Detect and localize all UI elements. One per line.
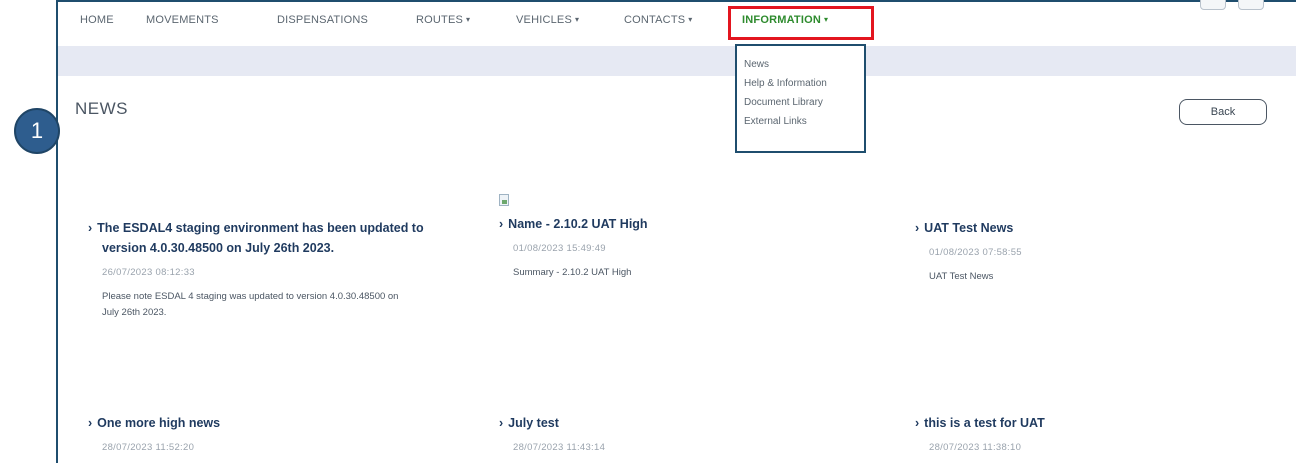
corner-button-1[interactable] (1200, 0, 1226, 10)
news-title-line: Name - 2.10.2 UAT High (508, 217, 648, 231)
news-title-link[interactable]: › July test (499, 413, 879, 433)
menu-item-news[interactable]: News (744, 55, 864, 74)
news-title-line: The ESDAL4 staging environment has been … (97, 221, 424, 235)
step-marker-1: 1 (14, 108, 60, 154)
news-summary: Summary - 2.10.2 UAT High (513, 267, 632, 278)
chevron-right-icon: › (88, 416, 93, 430)
chevron-right-icon: › (88, 221, 93, 235)
chevron-down-icon: ▾ (466, 15, 471, 24)
nav-contacts[interactable]: CONTACTS ▾ (624, 14, 693, 26)
news-item: › UAT Test News 01/08/2023 07:58:55 UAT T… (915, 218, 1295, 285)
nav-information[interactable]: INFORMATION ▾ (742, 14, 828, 26)
information-dropdown-menu: News Help & Information Document Library… (735, 44, 866, 153)
nav-information-label: INFORMATION (742, 14, 821, 26)
nav-dispensations[interactable]: DISPENSATIONS (277, 14, 368, 26)
chevron-down-icon: ▾ (575, 15, 580, 24)
news-date: 26/07/2023 08:12:33 (102, 267, 195, 278)
news-title-line: this is a test for UAT (924, 416, 1045, 430)
nav-routes-label: ROUTES (416, 14, 464, 26)
chevron-down-icon: ▾ (688, 15, 693, 24)
nav-home[interactable]: HOME (80, 14, 114, 26)
news-date: 28/07/2023 11:43:14 (513, 442, 606, 453)
news-title-link[interactable]: › The ESDAL4 staging environment has been… (88, 218, 488, 238)
news-item: › this is a test for UAT 28/07/2023 11:38… (915, 413, 1295, 453)
news-title-line: One more high news (97, 416, 221, 430)
page-title: NEWS (75, 99, 128, 118)
nav-vehicles[interactable]: VEHICLES ▾ (516, 14, 579, 26)
back-button[interactable]: Back (1179, 99, 1267, 125)
news-title-line: July test (508, 416, 559, 430)
menu-item-help-information[interactable]: Help & Information (744, 74, 864, 93)
chevron-right-icon: › (915, 221, 920, 235)
news-title-link[interactable]: › One more high news (88, 413, 468, 433)
app-frame: HOME MOVEMENTS DISPENSATIONS ROUTES ▾ VEH… (56, 0, 1296, 463)
news-item: › One more high news 28/07/2023 11:52:20 (88, 413, 468, 453)
news-date: 28/07/2023 11:38:10 (929, 442, 1022, 453)
news-date: 01/08/2023 15:49:49 (513, 243, 606, 254)
chevron-down-icon: ▾ (824, 15, 829, 24)
news-date: 01/08/2023 07:58:55 (929, 247, 1022, 258)
menu-item-document-library[interactable]: Document Library (744, 93, 864, 112)
news-title-line: UAT Test News (924, 221, 1014, 235)
nav-routes[interactable]: ROUTES ▾ (416, 14, 470, 26)
broken-image-icon (499, 194, 509, 206)
chevron-right-icon: › (499, 416, 504, 430)
news-title-link-continued[interactable]: version 4.0.30.48500 on July 26th 2023. (88, 238, 488, 258)
top-navbar: HOME MOVEMENTS DISPENSATIONS ROUTES ▾ VEH… (58, 0, 1296, 42)
sub-header-bar (58, 46, 1296, 76)
nav-contacts-label: CONTACTS (624, 14, 686, 26)
nav-vehicles-label: VEHICLES (516, 14, 573, 26)
news-summary: UAT Test News (929, 271, 994, 282)
news-summary: Please note ESDAL 4 staging was updated … (102, 291, 399, 302)
nav-movements[interactable]: MOVEMENTS (146, 14, 219, 26)
corner-button-2[interactable] (1238, 0, 1264, 10)
news-item: › July test 28/07/2023 11:43:14 (499, 413, 879, 453)
news-title-link[interactable]: › Name - 2.10.2 UAT High (499, 214, 879, 234)
chevron-right-icon: › (499, 217, 504, 231)
menu-item-external-links[interactable]: External Links (744, 112, 864, 131)
news-item: › Name - 2.10.2 UAT High 01/08/2023 15:49… (499, 214, 879, 281)
news-item: › The ESDAL4 staging environment has been… (88, 218, 488, 321)
news-date: 28/07/2023 11:52:20 (102, 442, 195, 453)
chevron-right-icon: › (915, 416, 920, 430)
news-summary-continued: July 26th 2023. (102, 307, 167, 318)
news-title-link[interactable]: › UAT Test News (915, 218, 1295, 238)
news-title-link[interactable]: › this is a test for UAT (915, 413, 1295, 433)
